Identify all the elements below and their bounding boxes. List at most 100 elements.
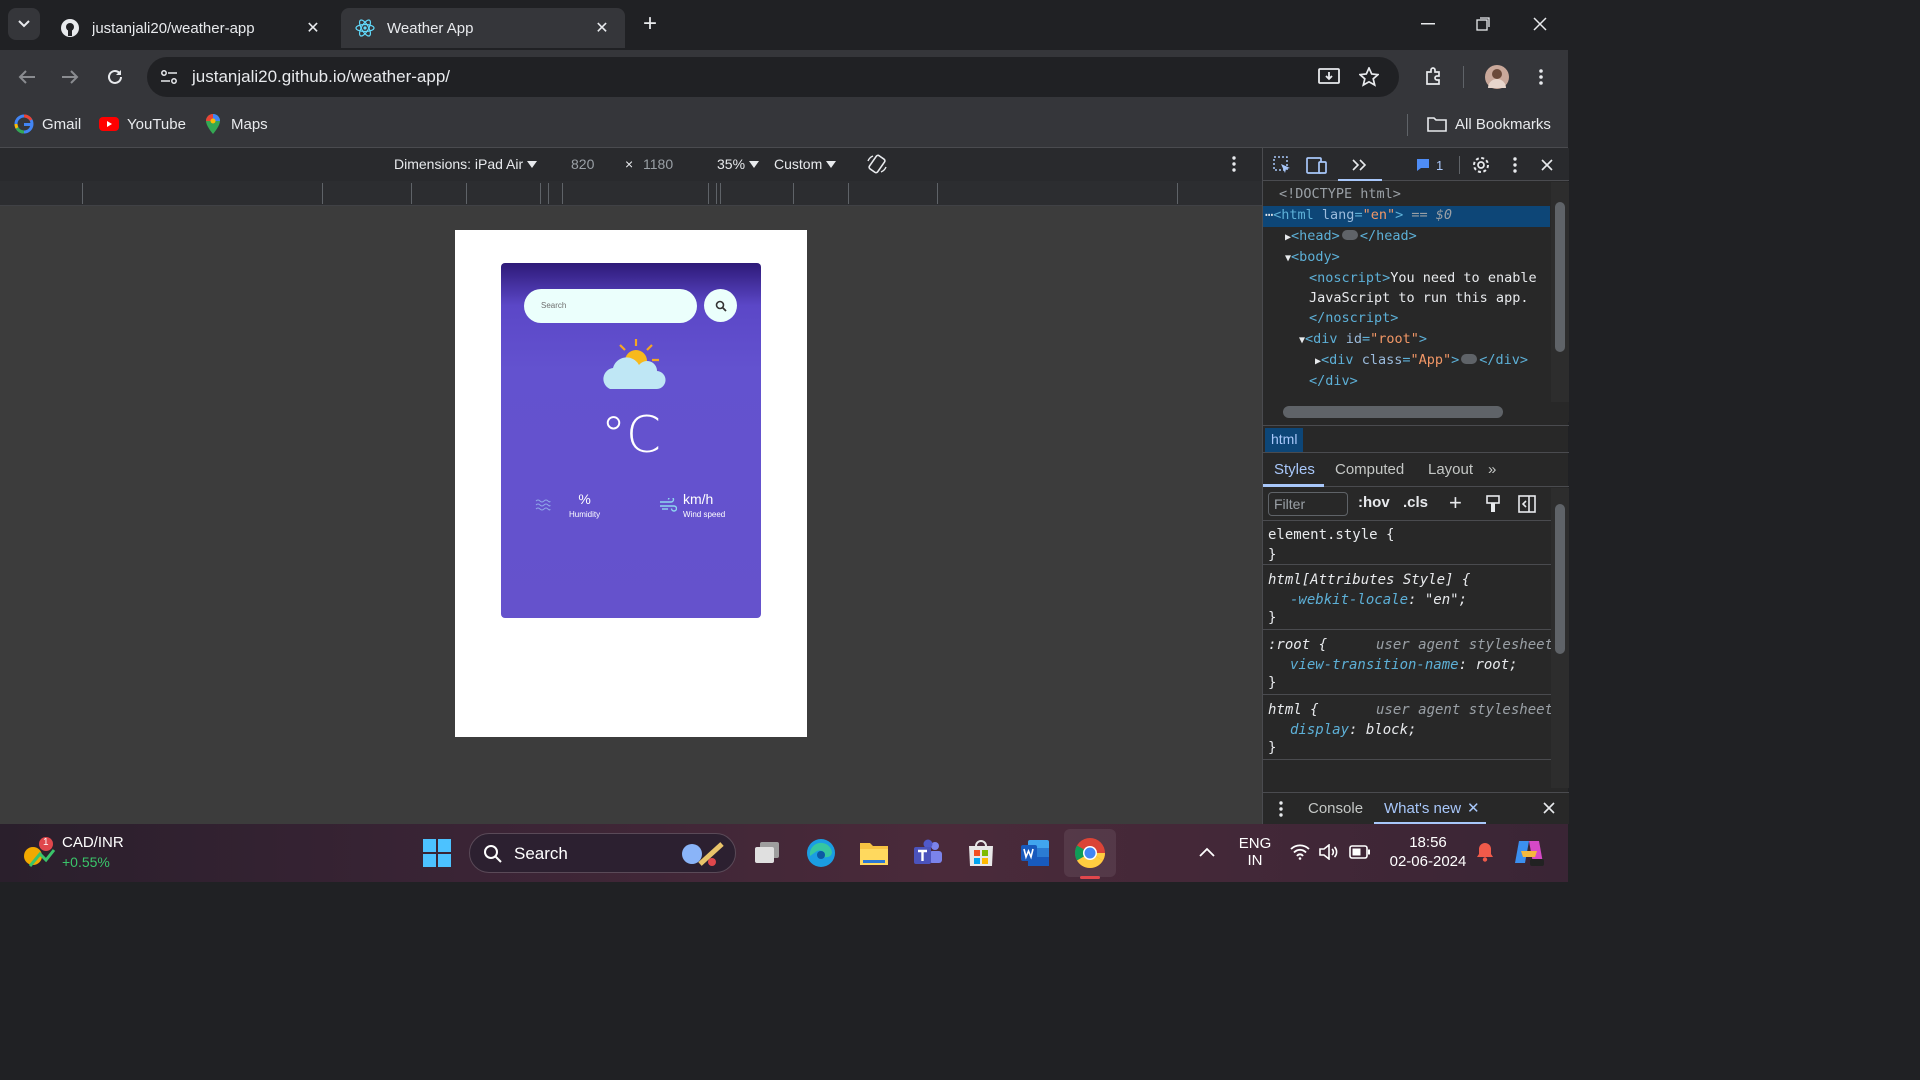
- rotate-button[interactable]: [866, 153, 888, 175]
- file-explorer-button[interactable]: [858, 837, 890, 869]
- toggle-sidebar-icon[interactable]: [1518, 495, 1536, 513]
- teams-button[interactable]: [912, 837, 944, 869]
- tag-text: </head>: [1359, 228, 1417, 244]
- close-window-button[interactable]: [1525, 10, 1555, 38]
- media-query-ruler[interactable]: [0, 181, 1262, 206]
- device-toolbar-toggle[interactable]: [1306, 154, 1328, 176]
- copilot-button[interactable]: [1513, 837, 1545, 872]
- reload-button[interactable]: [100, 62, 130, 92]
- url-text[interactable]: justanjali20.github.io/weather-app/: [192, 67, 450, 87]
- volume-button[interactable]: [1319, 843, 1339, 865]
- tab-computed[interactable]: Computed: [1335, 461, 1404, 478]
- install-app-icon[interactable]: [1317, 65, 1341, 89]
- ruler-mark: [1177, 183, 1178, 204]
- task-view-button[interactable]: [751, 837, 783, 869]
- scroll-thumb[interactable]: [1283, 406, 1503, 418]
- new-style-rule-button[interactable]: +: [1449, 490, 1462, 516]
- bookmark-star-icon[interactable]: [1357, 65, 1381, 89]
- more-panels-button[interactable]: [1348, 154, 1370, 176]
- dom-html-node[interactable]: ⋯<html lang="en"> == $0: [1265, 207, 1452, 227]
- language-indicator[interactable]: ENG IN: [1236, 835, 1274, 869]
- hov-button[interactable]: :hov: [1358, 494, 1390, 511]
- zoom-dropdown[interactable]: 35%: [717, 156, 760, 172]
- dom-root-node[interactable]: ▼<div id="root">: [1299, 331, 1427, 351]
- close-drawer-icon[interactable]: [1543, 802, 1555, 814]
- minimize-button[interactable]: [1413, 10, 1443, 38]
- bookmark-gmail[interactable]: Gmail: [14, 114, 81, 134]
- folder-icon: [1427, 114, 1447, 134]
- taskbar-search[interactable]: Search: [469, 833, 736, 873]
- restore-button[interactable]: [1468, 10, 1498, 38]
- dom-tree[interactable]: <!DOCTYPE html> ⋯<html lang="en"> == $0 …: [1263, 182, 1553, 402]
- close-devtools-button[interactable]: [1536, 154, 1558, 176]
- inspect-element-button[interactable]: [1271, 154, 1293, 176]
- extensions-button[interactable]: [1418, 62, 1448, 92]
- style-rule-html[interactable]: html { user agent stylesheet display: bl…: [1263, 696, 1553, 760]
- styles-scrollbar[interactable]: [1551, 488, 1569, 788]
- paint-brush-icon[interactable]: [1485, 495, 1501, 513]
- store-button[interactable]: [965, 837, 997, 869]
- dom-horizontal-scrollbar[interactable]: [1263, 402, 1569, 422]
- search-button[interactable]: [704, 289, 737, 322]
- humidity-waves-icon: [535, 499, 551, 511]
- devtools-menu-button[interactable]: [1504, 154, 1526, 176]
- start-button[interactable]: [421, 837, 453, 869]
- device-width-input[interactable]: 820: [571, 156, 594, 172]
- style-rule-element[interactable]: element.style { }: [1263, 521, 1551, 565]
- back-button[interactable]: [12, 62, 42, 92]
- notifications-button[interactable]: [1476, 842, 1494, 867]
- battery-button[interactable]: [1349, 845, 1371, 864]
- scroll-thumb[interactable]: [1555, 504, 1565, 654]
- stock-widget-icon[interactable]: 1: [22, 836, 56, 870]
- drawer-tab-whats-new[interactable]: What's new: [1384, 800, 1461, 817]
- bookmark-youtube[interactable]: YouTube: [99, 114, 186, 134]
- dom-vertical-scrollbar[interactable]: [1551, 182, 1569, 402]
- style-rule-attributes[interactable]: html[Attributes Style] { -webkit-locale:…: [1263, 566, 1551, 630]
- drawer-menu-icon[interactable]: [1279, 801, 1283, 817]
- tab-search-button[interactable]: [8, 8, 40, 40]
- dom-doctype[interactable]: <!DOCTYPE html>: [1279, 186, 1401, 206]
- device-toolbar-menu[interactable]: [1232, 156, 1236, 172]
- close-tab-icon[interactable]: ✕: [304, 19, 322, 37]
- cls-button[interactable]: .cls: [1403, 494, 1428, 511]
- word-button[interactable]: [1019, 837, 1051, 869]
- network-button[interactable]: [1290, 844, 1310, 865]
- style-rule-root[interactable]: :root { user agent stylesheet view-trans…: [1263, 631, 1553, 695]
- device-dimensions-dropdown[interactable]: Dimensions: iPad Air: [394, 156, 538, 172]
- tab-layout[interactable]: Layout: [1428, 461, 1473, 478]
- windows-logo-icon: [423, 839, 451, 867]
- chrome-menu-button[interactable]: [1526, 62, 1556, 92]
- show-hidden-icons-button[interactable]: [1199, 844, 1215, 862]
- device-height-input[interactable]: 1180: [643, 156, 673, 172]
- dom-head-node[interactable]: ▶<head> </head>: [1285, 228, 1417, 248]
- forward-button[interactable]: [55, 62, 85, 92]
- address-bar[interactable]: justanjali20.github.io/weather-app/: [147, 57, 1399, 97]
- styles-filter-input[interactable]: Filter: [1268, 492, 1348, 516]
- site-settings-icon[interactable]: [157, 65, 181, 89]
- settings-button[interactable]: [1470, 154, 1492, 176]
- chrome-button[interactable]: [1074, 837, 1106, 869]
- search-input[interactable]: Search: [524, 289, 697, 323]
- issues-button[interactable]: 1: [1416, 154, 1456, 176]
- scroll-thumb[interactable]: [1555, 202, 1565, 352]
- ellipsis-badge[interactable]: [1461, 354, 1478, 364]
- breadcrumb-html[interactable]: html: [1265, 428, 1304, 452]
- ellipsis-badge[interactable]: [1341, 230, 1358, 240]
- tab-styles[interactable]: Styles: [1274, 461, 1315, 478]
- clock[interactable]: 18:56 02-06-2024: [1383, 834, 1473, 870]
- more-subtabs-icon[interactable]: »: [1488, 461, 1496, 478]
- throttle-dropdown[interactable]: Custom: [774, 156, 837, 172]
- new-tab-button[interactable]: +: [636, 10, 664, 38]
- tab-weather-app[interactable]: Weather App ✕: [341, 8, 625, 48]
- dom-app-node[interactable]: ▶<div class="App"> </div>: [1315, 352, 1528, 372]
- dom-body-node[interactable]: ▼<body>: [1285, 249, 1340, 269]
- tab-github[interactable]: justanjali20/weather-app ✕: [46, 8, 336, 48]
- bookmark-maps[interactable]: Maps: [203, 114, 268, 134]
- close-drawer-tab-icon[interactable]: ✕: [1467, 799, 1480, 817]
- drawer-tab-console[interactable]: Console: [1308, 800, 1363, 817]
- profile-avatar[interactable]: [1482, 62, 1512, 92]
- all-bookmarks-button[interactable]: All Bookmarks: [1427, 114, 1551, 134]
- close-tab-icon[interactable]: ✕: [593, 19, 611, 37]
- dom-noscript-node[interactable]: <noscript>You need to enable: [1309, 270, 1537, 290]
- edge-button[interactable]: [805, 837, 837, 869]
